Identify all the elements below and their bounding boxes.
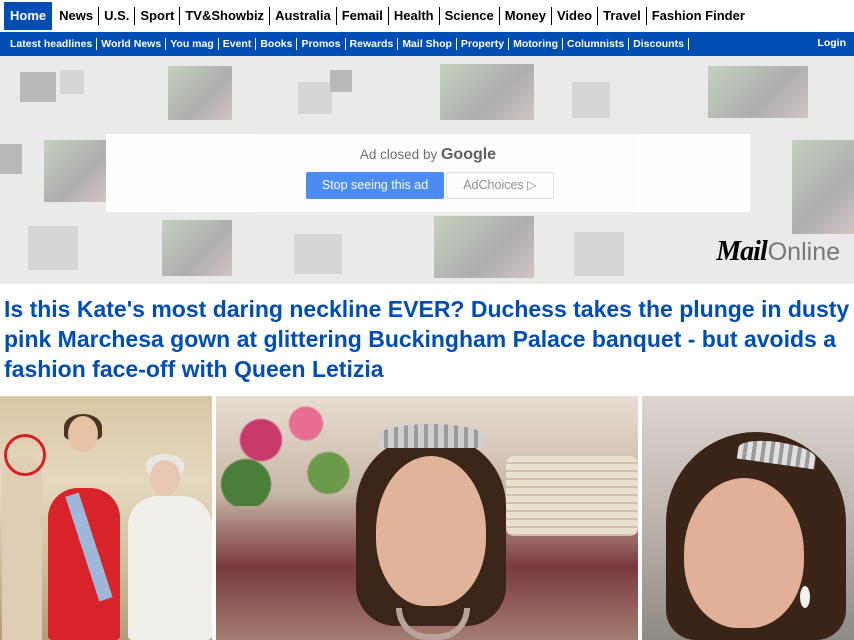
ad-background-tile <box>792 140 854 234</box>
subnav-latest-headlines[interactable]: Latest headlines <box>6 38 98 50</box>
nav-video[interactable]: Video <box>552 7 599 25</box>
nav-australia[interactable]: Australia <box>270 7 337 25</box>
subnav-rewards[interactable]: Rewards <box>346 38 399 50</box>
photo-figure <box>684 478 804 628</box>
ad-background-tile <box>28 226 78 270</box>
subnav-property[interactable]: Property <box>457 38 510 50</box>
article-photo-strip[interactable] <box>0 396 854 640</box>
ad-background-tile <box>168 66 232 120</box>
nav-sport[interactable]: Sport <box>135 7 181 25</box>
primary-nav: Home News U.S. Sport TV&Showbiz Australi… <box>0 0 854 32</box>
subnav-event[interactable]: Event <box>219 38 257 50</box>
logo-online-text: Online <box>767 238 840 266</box>
subnav-discounts[interactable]: Discounts <box>629 38 689 50</box>
ad-background-tile <box>298 82 332 114</box>
ad-closed-text: Ad closed by <box>359 147 438 162</box>
nav-travel[interactable]: Travel <box>598 7 647 25</box>
highlight-circle <box>4 434 46 476</box>
subnav-motoring[interactable]: Motoring <box>509 38 563 50</box>
photo-flowers <box>216 396 366 506</box>
secondary-nav: Latest headlines World News You mag Even… <box>0 32 854 56</box>
nav-fashion-finder[interactable]: Fashion Finder <box>647 7 750 25</box>
photo-tiara <box>378 424 484 448</box>
ad-background-tile <box>708 66 808 118</box>
ad-background-tile <box>60 70 84 94</box>
photo-figure <box>150 460 180 496</box>
logo-mail-text: Mail <box>716 236 767 267</box>
adchoices-button[interactable]: AdChoices ▷ <box>446 172 554 199</box>
ad-background-tile <box>44 140 106 202</box>
article-photo-left[interactable] <box>0 396 212 640</box>
ad-background-tile <box>434 216 534 278</box>
nav-money[interactable]: Money <box>500 7 552 25</box>
subnav-books[interactable]: Books <box>256 38 298 50</box>
article-photo-right[interactable] <box>642 396 854 640</box>
ad-background-tile <box>330 70 352 92</box>
ad-background-tile <box>162 220 232 276</box>
article-photo-center[interactable] <box>216 396 638 640</box>
photo-figure <box>128 496 212 640</box>
photo-earring <box>800 586 810 608</box>
ad-closed-message: Ad closed by Google <box>106 146 750 164</box>
article-headline[interactable]: Is this Kate's most daring neckline EVER… <box>4 294 850 384</box>
stop-seeing-ad-button[interactable]: Stop seeing this ad <box>306 172 444 199</box>
ad-banner: Ad closed by Google Stop seeing this ad … <box>0 56 854 284</box>
ad-background-tile <box>0 144 22 174</box>
subnav-world-news[interactable]: World News <box>97 38 167 50</box>
nav-news[interactable]: News <box>54 7 100 25</box>
nav-home[interactable]: Home <box>4 2 53 30</box>
ad-closed-panel: Ad closed by Google Stop seeing this ad … <box>106 134 750 212</box>
photo-figure <box>376 456 486 606</box>
photo-necklace <box>396 608 470 640</box>
nav-femail[interactable]: Femail <box>337 7 389 25</box>
nav-us[interactable]: U.S. <box>99 7 136 25</box>
ad-background-tile <box>574 232 624 276</box>
login-link[interactable]: Login <box>817 37 846 49</box>
ad-background-tile <box>294 234 342 274</box>
subnav-mail-shop[interactable]: Mail Shop <box>398 38 457 50</box>
ad-background-tile <box>20 72 56 102</box>
subnav-columnists[interactable]: Columnists <box>563 38 630 50</box>
subnav-you-mag[interactable]: You mag <box>166 38 219 50</box>
google-logo: Google <box>440 146 497 163</box>
ad-background-tile <box>572 82 610 118</box>
nav-health[interactable]: Health <box>389 7 440 25</box>
photo-figure <box>2 456 42 640</box>
ad-background-tile <box>440 64 534 120</box>
photo-plates <box>506 456 638 536</box>
mailonline-logo[interactable]: Mail Online <box>716 236 840 268</box>
subnav-promos[interactable]: Promos <box>297 38 346 50</box>
photo-figure <box>68 416 98 452</box>
nav-science[interactable]: Science <box>440 7 500 25</box>
nav-tv-showbiz[interactable]: TV&Showbiz <box>180 7 271 25</box>
